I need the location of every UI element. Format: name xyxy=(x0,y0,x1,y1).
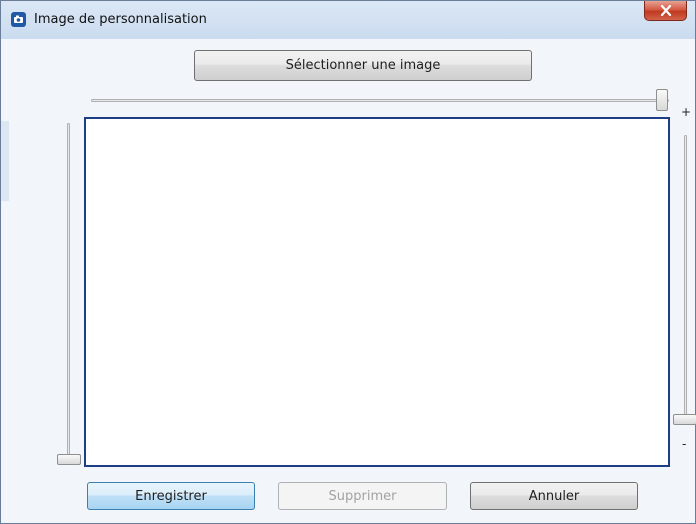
window-frame-strip xyxy=(1,121,9,201)
horizontal-slider-thumb[interactable] xyxy=(656,89,668,111)
delete-button[interactable]: Supprimer xyxy=(278,482,447,510)
image-preview-canvas[interactable] xyxy=(84,117,670,467)
left-vertical-slider-track[interactable] xyxy=(67,123,70,459)
zoom-plus-label: + xyxy=(681,105,692,119)
dialog-window: Image de personnalisation Sélectionner u… xyxy=(0,0,696,524)
window-title: Image de personnalisation xyxy=(34,12,207,27)
close-button[interactable] xyxy=(644,1,687,21)
zoom-slider-thumb[interactable] xyxy=(673,414,696,425)
horizontal-slider-track[interactable] xyxy=(91,99,669,102)
zoom-minus-label: - xyxy=(682,437,687,451)
title-bar[interactable]: Image de personnalisation xyxy=(1,1,695,39)
select-image-button[interactable]: Sélectionner une image xyxy=(194,50,532,81)
camera-icon xyxy=(11,12,26,27)
save-button[interactable]: Enregistrer xyxy=(87,482,255,510)
zoom-slider-track[interactable] xyxy=(684,135,687,425)
close-icon xyxy=(660,5,672,16)
cancel-button[interactable]: Annuler xyxy=(470,482,638,510)
left-vertical-slider-thumb[interactable] xyxy=(57,454,81,465)
